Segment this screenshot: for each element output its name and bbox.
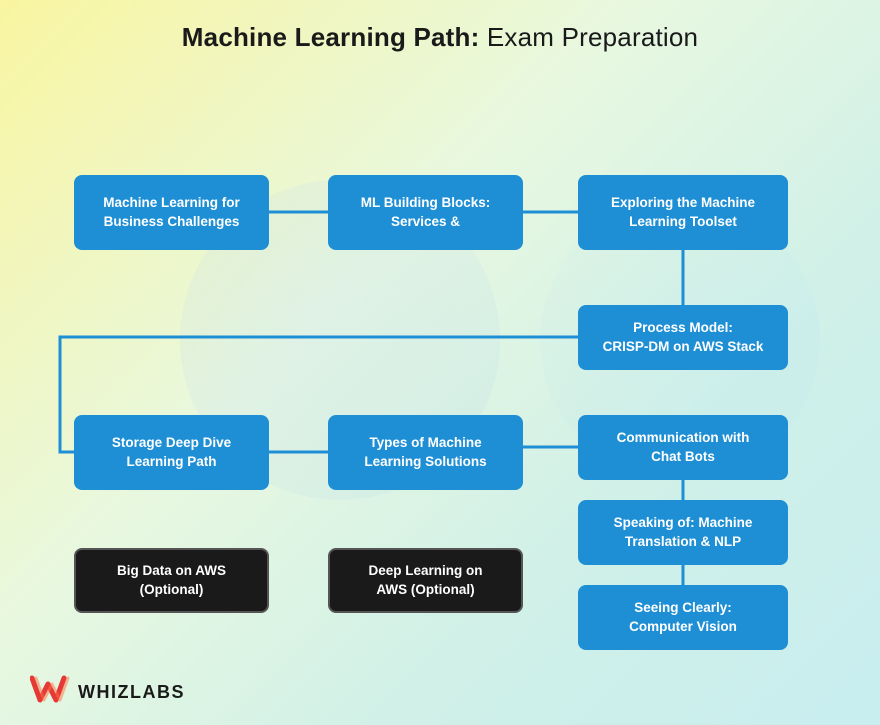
box-pmcrisp: Process Model:CRISP-DM on AWS Stack [578, 305, 788, 370]
flowchart: Machine Learning forBusiness Challenges M… [30, 80, 850, 665]
box-sccv: Seeing Clearly:Computer Vision [578, 585, 788, 650]
whizlabs-logo-icon [30, 674, 70, 711]
box-sddlp: Storage Deep DiveLearning Path [74, 415, 269, 490]
box-bigdata: Big Data on AWS(Optional) [74, 548, 269, 613]
box-emlt: Exploring the MachineLearning Toolset [578, 175, 788, 250]
box-mlbb: ML Building Blocks:Services & [328, 175, 523, 250]
logo-area: WHIZLABS [30, 674, 185, 711]
whizlabs-logo-text: WHIZLABS [78, 682, 185, 703]
box-mlbc: Machine Learning forBusiness Challenges [74, 175, 269, 250]
box-deeplearn: Deep Learning onAWS (Optional) [328, 548, 523, 613]
box-smnlp: Speaking of: MachineTranslation & NLP [578, 500, 788, 565]
box-tmls: Types of MachineLearning Solutions [328, 415, 523, 490]
page-title: Machine Learning Path: Exam Preparation [0, 0, 880, 53]
box-cwcb: Communication withChat Bots [578, 415, 788, 480]
main-content: Machine Learning Path: Exam Preparation [0, 0, 880, 725]
